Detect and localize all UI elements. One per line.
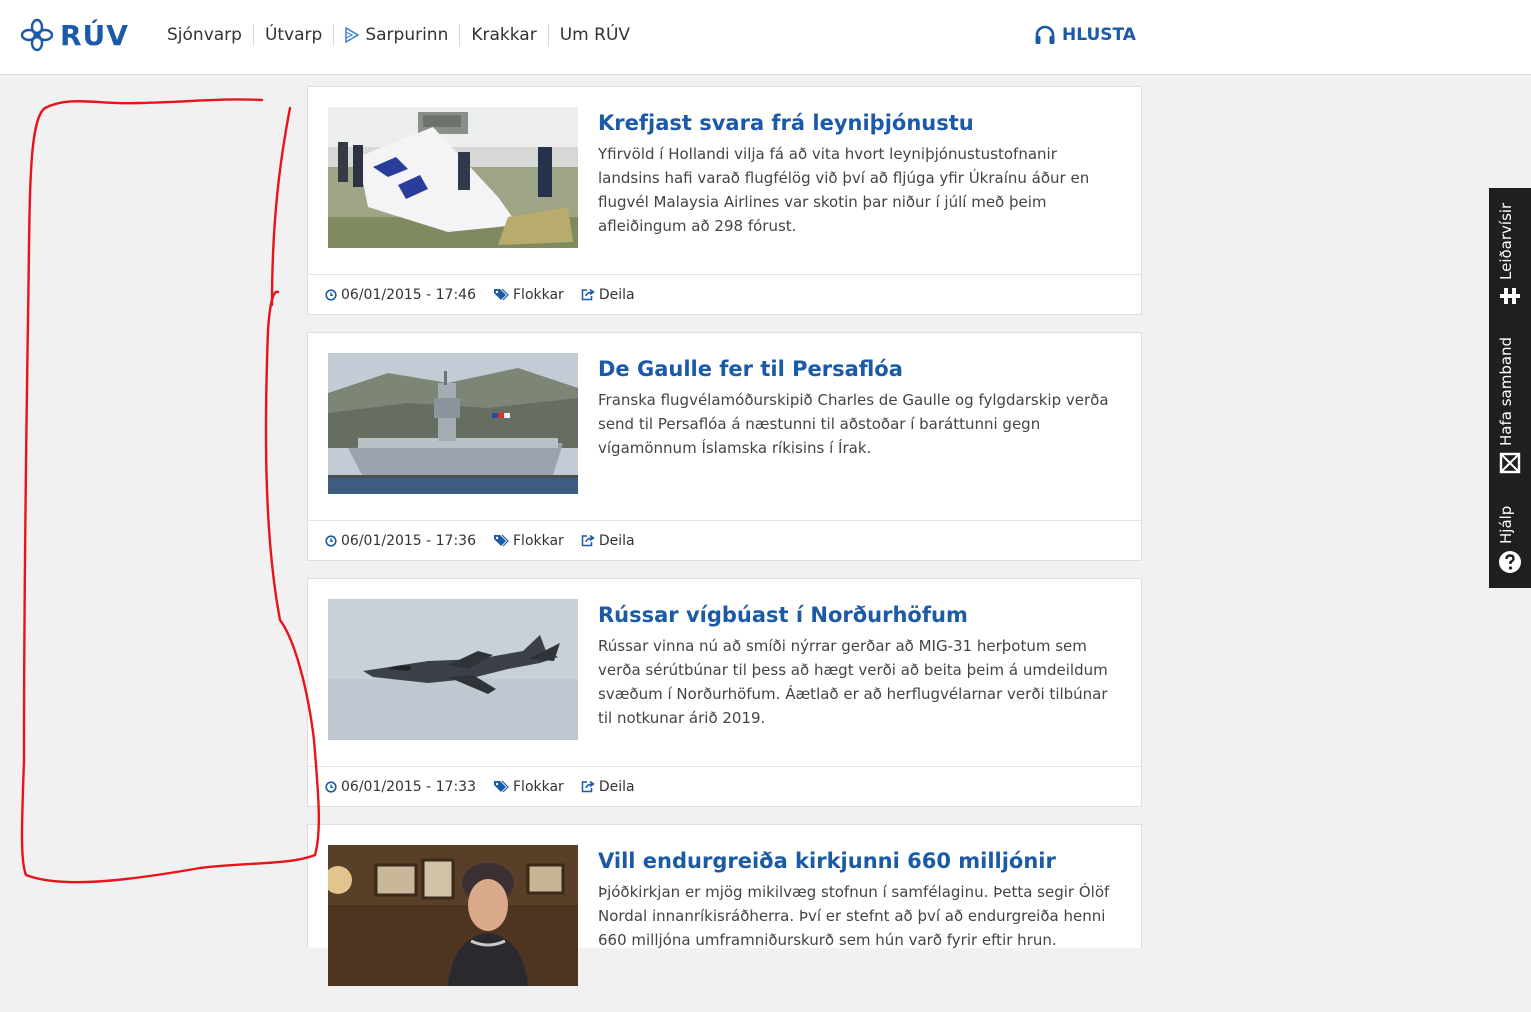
article-footer: 06/01/2015 - 17:33 Flokkar Deila bbox=[308, 766, 1141, 806]
article-title[interactable]: Vill endurgreiða kirkjunni 660 milljónir bbox=[598, 849, 1056, 873]
categories-link[interactable]: Flokkar bbox=[493, 779, 564, 795]
clock-icon bbox=[325, 780, 337, 793]
envelope-icon bbox=[1499, 452, 1521, 474]
site-header: RÚV Sjónvarp Útvarp Sarpurinn Krakkar Um… bbox=[0, 0, 1531, 75]
nav-item-label: Útvarp bbox=[264, 25, 323, 45]
ruv-logo-icon bbox=[20, 18, 54, 52]
nav-item-um-ruv[interactable]: Um RÚV bbox=[547, 24, 641, 46]
nav-item-label: Krakkar bbox=[471, 25, 537, 45]
headphones-icon bbox=[1035, 25, 1055, 44]
side-item-contact[interactable]: Hafa samband bbox=[1489, 324, 1531, 484]
clock-icon bbox=[325, 534, 337, 547]
nav-item-utvarp[interactable]: Útvarp bbox=[252, 24, 333, 46]
news-card: Vill endurgreiða kirkjunni 660 milljónir… bbox=[307, 824, 1142, 986]
categories-label: Flokkar bbox=[513, 778, 564, 795]
article-footer: 06/01/2015 - 17:36 Flokkar Deila bbox=[308, 520, 1141, 560]
article-title[interactable]: Krefjast svara frá leyniþjónustu bbox=[598, 111, 974, 135]
timestamp-text: 06/01/2015 - 17:36 bbox=[341, 532, 476, 549]
side-item-help[interactable]: Hjálp bbox=[1489, 492, 1531, 584]
article-summary: Rússar vinna nú að smíði nýrrar gerðar a… bbox=[598, 637, 1108, 727]
help-icon bbox=[1499, 551, 1521, 573]
share-label: Deila bbox=[598, 532, 635, 549]
tags-icon bbox=[494, 288, 509, 301]
share-icon bbox=[581, 288, 595, 301]
article-footer: 06/01/2015 - 17:46 Flokkar Deila bbox=[308, 274, 1141, 314]
nav-item-sarpurinn[interactable]: Sarpurinn bbox=[333, 24, 459, 46]
article-image[interactable] bbox=[328, 107, 578, 248]
tags-icon bbox=[494, 534, 509, 547]
clock-icon bbox=[325, 288, 337, 301]
accessibility-icon bbox=[1500, 288, 1520, 304]
categories-link[interactable]: Flokkar bbox=[493, 533, 564, 549]
tags-icon bbox=[494, 780, 509, 793]
news-card: Krefjast svara frá leyniþjónustu Yfirvöl… bbox=[307, 86, 1142, 315]
brand-name: RÚV bbox=[60, 18, 129, 52]
side-item-label: Hafa samband bbox=[1497, 336, 1515, 446]
article-summary: Franska flugvélamóðurskipið Charles de G… bbox=[598, 391, 1109, 457]
share-link[interactable]: Deila bbox=[581, 533, 635, 549]
share-link[interactable]: Deila bbox=[581, 779, 635, 795]
side-tab: Leiðarvísir Hafa samband Hjálp bbox=[1489, 188, 1531, 588]
listen-button[interactable]: HLUSTA bbox=[1034, 25, 1136, 45]
nav-item-label: Sarpurinn bbox=[365, 25, 449, 45]
share-link[interactable]: Deila bbox=[581, 287, 635, 303]
article-timestamp: 06/01/2015 - 17:33 bbox=[325, 779, 476, 795]
news-card: De Gaulle fer til Persaflóa Franska flug… bbox=[307, 332, 1142, 561]
share-icon bbox=[581, 780, 595, 793]
news-card: Rússar vígbúast í Norðurhöfum Rússar vin… bbox=[307, 578, 1142, 807]
article-image[interactable] bbox=[328, 845, 578, 986]
side-item-label: Leiðarvísir bbox=[1497, 202, 1515, 280]
ruv-logo[interactable]: RÚV bbox=[20, 18, 129, 52]
play-icon bbox=[345, 27, 360, 43]
side-item-guide[interactable]: Leiðarvísir bbox=[1489, 188, 1531, 316]
aircraft-carrier-photo bbox=[328, 353, 578, 494]
listen-label: HLUSTA bbox=[1062, 25, 1136, 45]
article-title[interactable]: Rússar vígbúast í Norðurhöfum bbox=[598, 603, 968, 627]
article-image[interactable] bbox=[328, 353, 578, 494]
share-label: Deila bbox=[598, 778, 635, 795]
categories-link[interactable]: Flokkar bbox=[493, 287, 564, 303]
nav-item-label: Um RÚV bbox=[559, 25, 631, 45]
article-timestamp: 06/01/2015 - 17:46 bbox=[325, 287, 476, 303]
share-icon bbox=[581, 534, 595, 547]
article-image[interactable] bbox=[328, 599, 578, 740]
categories-label: Flokkar bbox=[513, 286, 564, 303]
article-summary: Þjóðkirkjan er mjög mikilvæg stofnun í s… bbox=[598, 883, 1110, 949]
red-annotation-outline bbox=[20, 98, 321, 884]
categories-label: Flokkar bbox=[513, 532, 564, 549]
timestamp-text: 06/01/2015 - 17:33 bbox=[341, 778, 476, 795]
timestamp-text: 06/01/2015 - 17:46 bbox=[341, 286, 476, 303]
nav-item-sjonvarp[interactable]: Sjónvarp bbox=[156, 24, 253, 46]
article-summary: Yfirvöld í Hollandi vilja fá að vita hvo… bbox=[598, 145, 1090, 235]
share-label: Deila bbox=[598, 286, 635, 303]
minister-portrait-photo bbox=[328, 845, 578, 986]
nav-item-krakkar[interactable]: Krakkar bbox=[459, 24, 547, 46]
fighter-jet-photo bbox=[328, 599, 578, 740]
plane-wreckage-photo bbox=[328, 107, 578, 248]
main-nav: Sjónvarp Útvarp Sarpurinn Krakkar Um RÚV bbox=[156, 24, 641, 46]
nav-item-label: Sjónvarp bbox=[167, 25, 242, 45]
article-timestamp: 06/01/2015 - 17:36 bbox=[325, 533, 476, 549]
side-item-label: Hjálp bbox=[1497, 505, 1515, 544]
article-title[interactable]: De Gaulle fer til Persaflóa bbox=[598, 357, 903, 381]
